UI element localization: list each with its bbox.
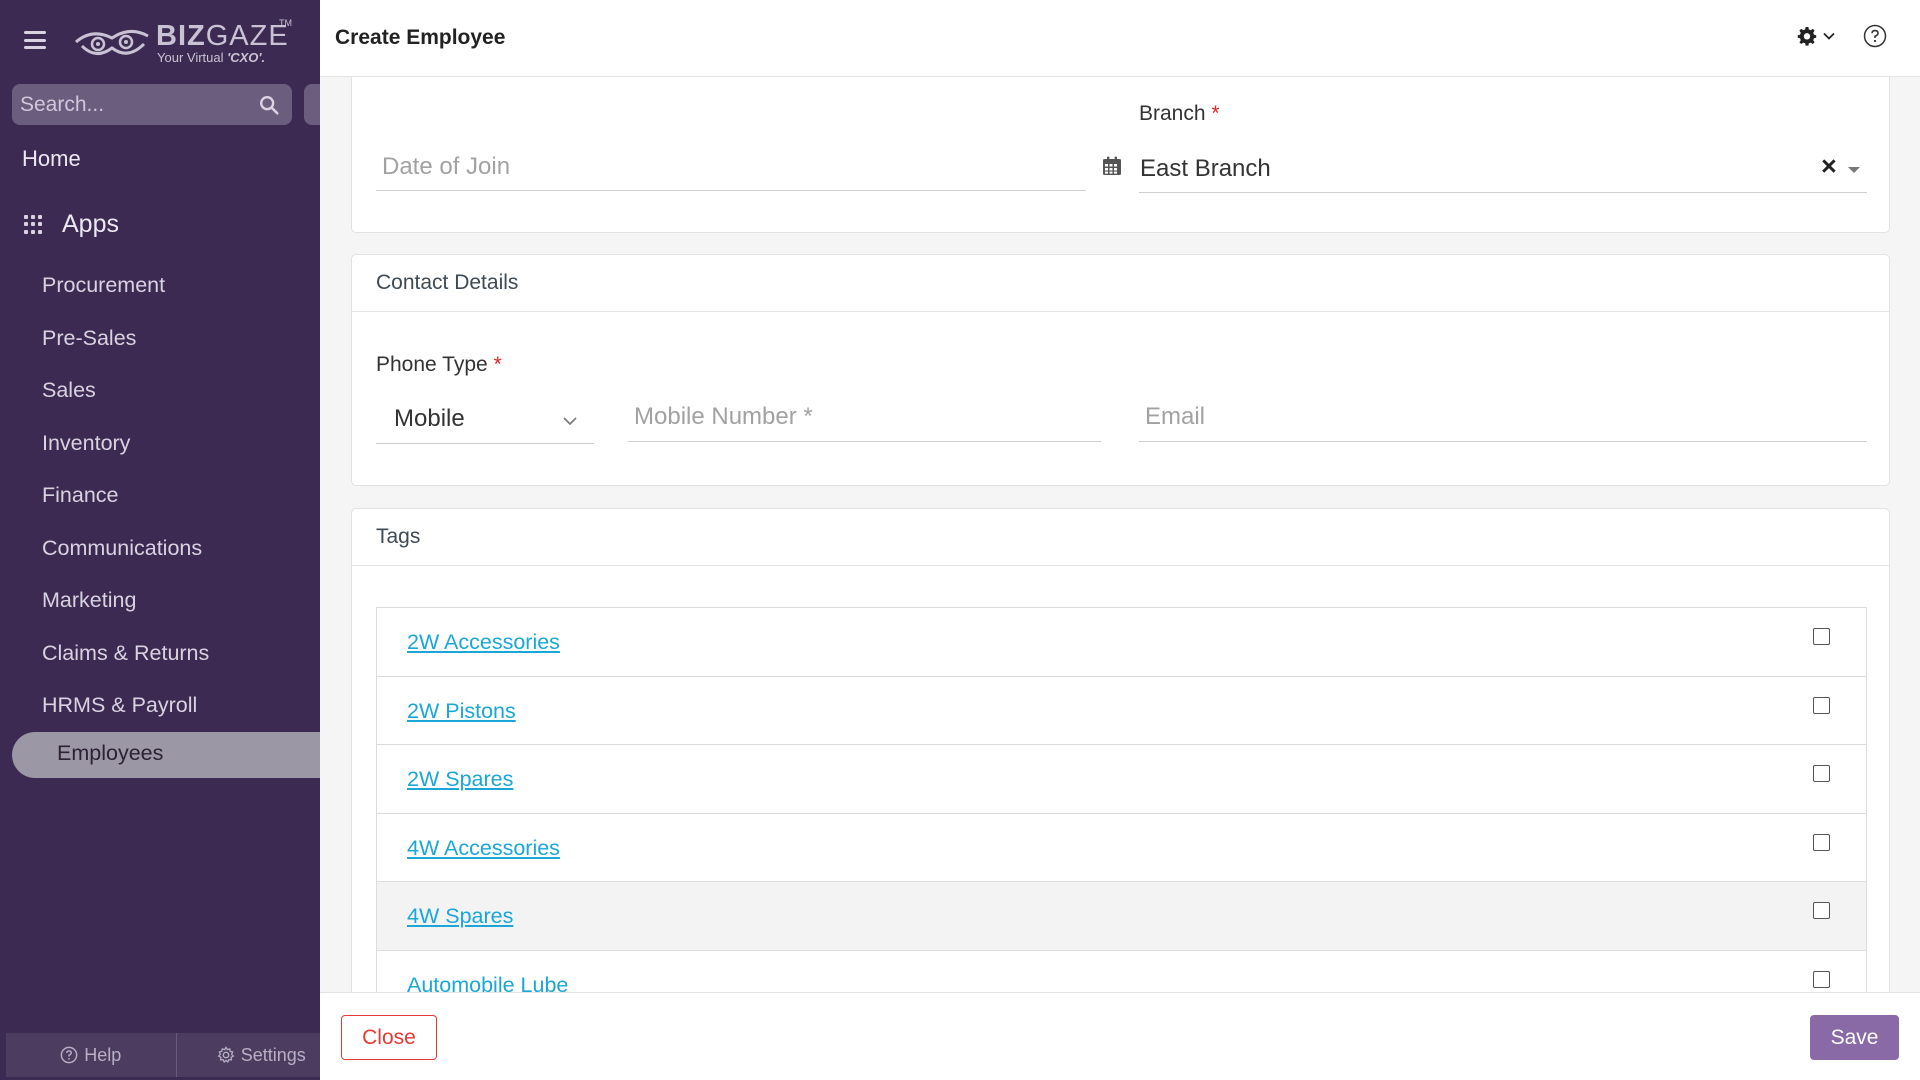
phone-type-select[interactable]: Mobile	[376, 392, 594, 444]
branch-label: Branch *	[1139, 102, 1220, 125]
sidebar-search	[12, 84, 292, 125]
contact-details-heading: Contact Details	[352, 255, 1889, 312]
search-icon[interactable]	[258, 94, 280, 116]
date-of-join-field[interactable]	[376, 143, 1086, 191]
email-field[interactable]	[1139, 392, 1867, 442]
help-label: Help	[84, 1044, 122, 1065]
gear-icon	[1797, 27, 1817, 46]
page-header: Create Employee	[320, 0, 1920, 77]
search-filter-button[interactable]	[304, 84, 320, 125]
branch-value: East Branch	[1140, 155, 1271, 182]
sidebar-item-communications[interactable]: Communications	[42, 531, 209, 584]
tag-checkbox[interactable]	[1813, 902, 1830, 919]
sidebar-footer: Help Settings	[6, 1033, 320, 1077]
sidebar-item-finance[interactable]: Finance	[42, 478, 209, 531]
tag-checkbox[interactable]	[1813, 765, 1830, 782]
owl-logo-icon	[75, 30, 149, 55]
sidebar-item-claims-returns[interactable]: Claims & Returns	[42, 636, 209, 689]
tag-checkbox[interactable]	[1813, 970, 1830, 988]
tag-checkbox[interactable]	[1813, 628, 1830, 645]
sidebar-item-inventory[interactable]: Inventory	[42, 426, 209, 479]
nav-app-list: Procurement Pre-Sales Sales Inventory Fi…	[42, 268, 209, 741]
tag-row: 2W Spares	[377, 745, 1866, 814]
nav-apps[interactable]: Apps	[24, 210, 119, 239]
question-circle-icon	[60, 1046, 78, 1064]
tag-link[interactable]: 4W Spares	[407, 904, 513, 929]
tag-list: 2W Accessories 2W Pistons 2W Spares 4W A…	[376, 607, 1867, 1020]
sidebar-item-sales[interactable]: Sales	[42, 373, 209, 426]
basic-details-card: Branch * East Branch ×	[351, 62, 1890, 233]
page-title: Create Employee	[335, 26, 506, 49]
tag-row: 2W Accessories	[377, 608, 1866, 677]
tags-heading: Tags	[352, 509, 1889, 566]
logo-wordmark: BIZGAZE	[156, 20, 289, 52]
tag-row: 4W Spares	[377, 882, 1866, 951]
tag-link[interactable]: 2W Pistons	[407, 699, 516, 724]
tag-checkbox[interactable]	[1813, 833, 1830, 851]
help-circle-icon[interactable]	[1863, 24, 1887, 48]
form-footer: Close Save	[320, 992, 1920, 1080]
sidebar-item-marketing[interactable]: Marketing	[42, 583, 209, 636]
gear-outline-icon	[217, 1046, 235, 1064]
apps-grid-icon	[24, 214, 44, 235]
main-panel: Branch * East Branch × Contact Details P…	[320, 0, 1920, 1080]
sidebar: BIZGAZE TM Your Virtual 'CXO'. Home Apps…	[0, 0, 320, 1080]
chevron-down-icon	[1823, 32, 1835, 40]
clear-icon[interactable]: ×	[1821, 151, 1837, 182]
phone-type-value: Mobile	[394, 405, 465, 432]
mobile-number-field[interactable]	[628, 392, 1101, 442]
sidebar-item-employees-label: Employees	[57, 741, 164, 765]
contact-details-card: Contact Details Phone Type * Mobile	[351, 254, 1890, 486]
sidebar-item-procurement[interactable]: Procurement	[42, 268, 209, 321]
tag-row: 2W Pistons	[377, 676, 1866, 745]
tags-card: Tags 2W Accessories 2W Pistons 2W Spares…	[351, 508, 1890, 1068]
settings-button[interactable]: Settings	[175, 1033, 321, 1077]
save-button[interactable]: Save	[1810, 1015, 1899, 1060]
settings-label: Settings	[240, 1044, 306, 1065]
help-button[interactable]: Help	[6, 1033, 176, 1077]
tag-link[interactable]: 2W Accessories	[407, 630, 560, 655]
close-button[interactable]: Close	[341, 1015, 437, 1060]
sidebar-item-employees[interactable]: Employees	[12, 732, 320, 778]
tag-row: 4W Accessories	[377, 813, 1866, 882]
tag-checkbox[interactable]	[1813, 696, 1830, 714]
tag-link[interactable]: 4W Accessories	[407, 836, 560, 861]
tag-link[interactable]: 2W Spares	[407, 767, 513, 792]
apps-label: Apps	[62, 210, 119, 238]
search-input[interactable]	[20, 84, 250, 125]
caret-down-icon[interactable]	[1847, 166, 1861, 174]
logo-trademark: TM	[279, 18, 292, 28]
nav-home[interactable]: Home	[22, 146, 81, 172]
menu-toggle-icon[interactable]	[24, 31, 46, 49]
sidebar-item-pre-sales[interactable]: Pre-Sales	[42, 321, 209, 374]
chevron-down-icon	[563, 417, 577, 426]
logo: BIZGAZE TM Your Virtual 'CXO'.	[72, 18, 292, 66]
logo-tagline: Your Virtual 'CXO'.	[157, 50, 266, 65]
page-settings-menu[interactable]	[1797, 26, 1835, 46]
phone-type-label: Phone Type *	[376, 353, 502, 376]
calendar-icon[interactable]	[1101, 155, 1123, 177]
branch-select[interactable]: East Branch ×	[1139, 143, 1867, 193]
